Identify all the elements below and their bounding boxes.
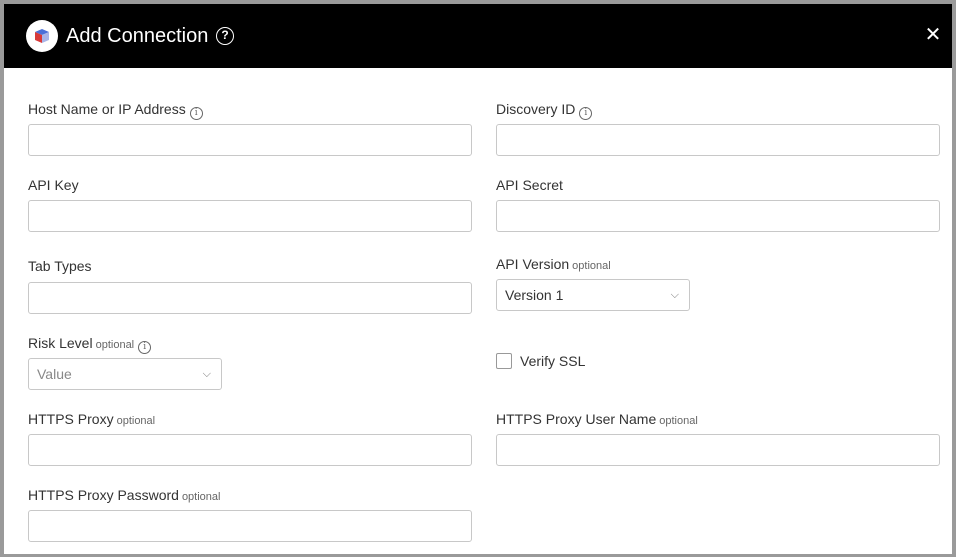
dialog-title: Add Connection: [66, 25, 209, 47]
chevron-down-icon: ⌵: [202, 368, 211, 380]
tab-types-label: Tab Types: [28, 258, 92, 274]
app-logo-icon: [26, 20, 58, 52]
api-key-label: API Key: [28, 177, 79, 193]
info-icon[interactable]: i: [189, 107, 203, 120]
discovery-input[interactable]: [496, 124, 940, 156]
verify-ssl-checkbox[interactable]: [496, 353, 512, 369]
https-proxy-user-label: HTTPS Proxy User Name optional: [496, 410, 698, 430]
host-input[interactable]: [28, 124, 472, 156]
https-proxy-password-label: HTTPS Proxy Password optional: [28, 486, 220, 506]
optional-tag: optional: [659, 415, 698, 427]
api-version-value: Version 1: [505, 287, 564, 303]
discovery-label-text: Discovery ID: [496, 101, 576, 117]
tab-types-input[interactable]: [28, 282, 472, 314]
https-proxy-label-text: HTTPS Proxy: [28, 411, 114, 427]
dialog-header: Add Connection ? ✕: [4, 4, 952, 68]
risk-level-placeholder: Value: [37, 366, 72, 382]
https-proxy-password-input[interactable]: [28, 510, 472, 542]
optional-tag: optional: [95, 339, 135, 351]
info-icon[interactable]: i: [138, 341, 152, 354]
close-icon[interactable]: ✕: [922, 24, 944, 46]
verify-ssl-label: Verify SSL: [520, 353, 586, 369]
api-secret-label: API Secret: [496, 177, 563, 193]
https-proxy-user-label-text: HTTPS Proxy User Name: [496, 411, 657, 427]
https-proxy-label: HTTPS Proxy optional: [28, 410, 155, 430]
optional-tag: optional: [116, 415, 156, 427]
info-icon[interactable]: i: [579, 107, 593, 120]
api-version-select[interactable]: Version 1 ⌵: [496, 279, 690, 311]
host-label-text: Host Name or IP Address: [28, 101, 186, 117]
risk-level-label: Risk Level optional i: [28, 334, 152, 354]
risk-level-label-text: Risk Level: [28, 335, 93, 351]
risk-level-select[interactable]: Value ⌵: [28, 358, 222, 390]
discovery-label: Discovery ID i: [496, 100, 593, 120]
optional-tag: optional: [572, 260, 611, 272]
api-key-input[interactable]: [28, 200, 472, 232]
https-proxy-user-input[interactable]: [496, 434, 940, 466]
dialog: Add Connection ? ✕ Host Name or IP Addre…: [0, 0, 956, 557]
host-label: Host Name or IP Address i: [28, 100, 203, 120]
chevron-down-icon: ⌵: [670, 289, 679, 301]
help-icon[interactable]: ?: [216, 27, 234, 45]
api-secret-input[interactable]: [496, 200, 940, 232]
optional-tag: optional: [181, 491, 221, 503]
https-proxy-password-label-text: HTTPS Proxy Password: [28, 487, 179, 503]
api-version-label: API Version optional: [496, 255, 611, 275]
https-proxy-input[interactable]: [28, 434, 472, 466]
api-version-label-text: API Version: [496, 256, 570, 272]
